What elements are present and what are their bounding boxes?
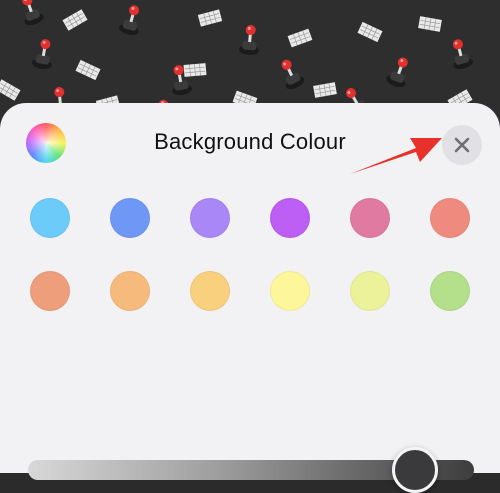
color-swatch[interactable] xyxy=(430,271,470,311)
color-swatch[interactable] xyxy=(190,198,230,238)
close-button[interactable] xyxy=(442,125,482,165)
color-swatch[interactable] xyxy=(110,271,150,311)
color-swatch[interactable] xyxy=(430,198,470,238)
color-swatch[interactable] xyxy=(110,198,150,238)
color-swatch[interactable] xyxy=(350,271,390,311)
color-swatch[interactable] xyxy=(270,198,310,238)
brightness-slider[interactable] xyxy=(28,447,474,493)
slider-thumb[interactable] xyxy=(392,447,438,493)
color-swatch[interactable] xyxy=(30,198,70,238)
color-swatch[interactable] xyxy=(270,271,310,311)
color-swatch[interactable] xyxy=(30,271,70,311)
color-swatch[interactable] xyxy=(350,198,390,238)
close-icon xyxy=(454,137,470,153)
annotation-arrow xyxy=(350,138,442,174)
color-swatch[interactable] xyxy=(190,271,230,311)
